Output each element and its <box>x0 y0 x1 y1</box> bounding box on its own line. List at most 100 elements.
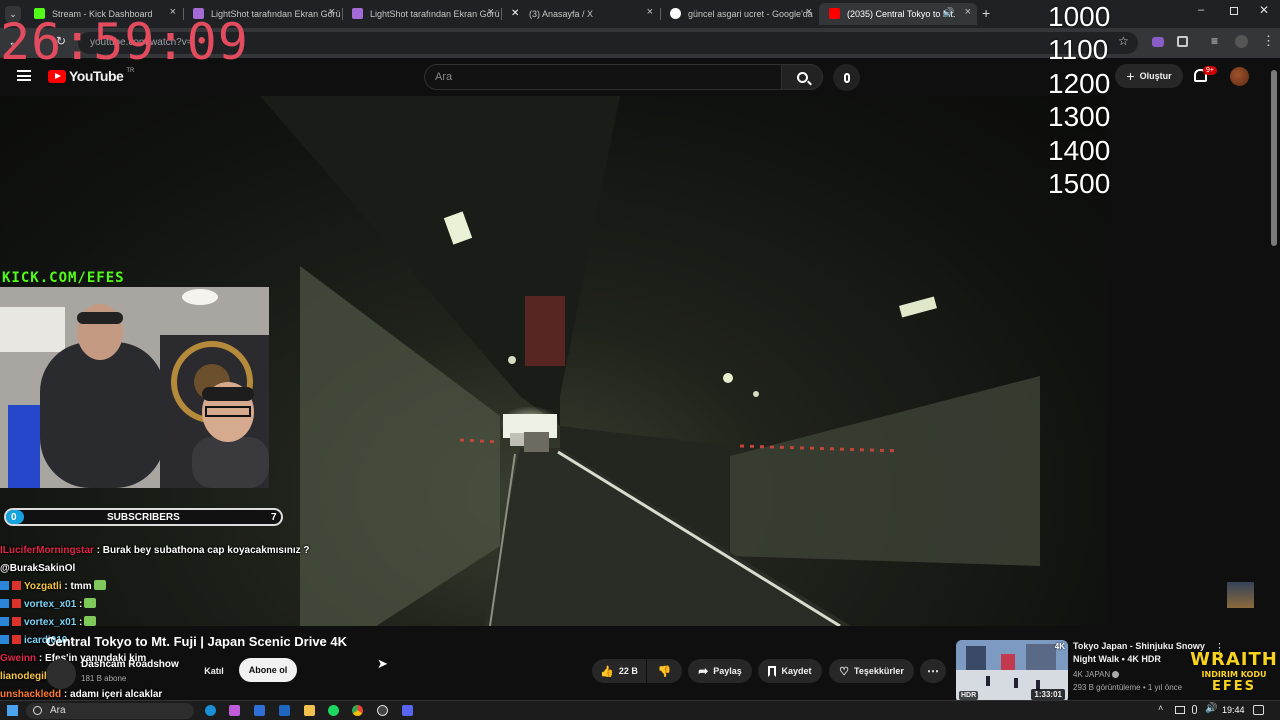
subscribe-button[interactable]: Abone ol <box>239 658 297 682</box>
tab-lightshot-2[interactable]: LightShot tarafından Ekran Görü × <box>342 3 500 25</box>
restore-icon[interactable] <box>1230 7 1238 15</box>
close-tab-icon[interactable]: × <box>329 6 335 18</box>
close-tab-icon[interactable]: × <box>806 6 812 18</box>
chat-username[interactable]: ILuciferMorningstar <box>0 545 94 556</box>
quality-badge: 4K <box>1054 642 1065 651</box>
chat-badge-icon <box>0 599 9 608</box>
network-icon[interactable] <box>1175 706 1185 714</box>
bookmark-icon <box>768 665 777 677</box>
audio-playing-icon[interactable]: 🔊 <box>943 7 954 18</box>
volume-icon[interactable]: 🔊 <box>1205 703 1217 714</box>
search-icon <box>796 71 812 85</box>
chat-text: : <box>79 599 83 610</box>
subscribe-label: Abone ol <box>248 665 288 675</box>
chat-username[interactable]: Yozgatli <box>24 581 62 592</box>
voice-search-button[interactable] <box>833 64 860 91</box>
outlook-icon[interactable] <box>279 705 290 716</box>
store-icon[interactable] <box>254 705 265 716</box>
chat-username[interactable]: lianodegil <box>0 671 47 682</box>
minimize-icon[interactable]: – <box>1198 4 1204 16</box>
search-input[interactable]: Ara <box>424 64 782 90</box>
chat-message: ILuciferMorningstar : Burak bey subathon… <box>0 542 330 560</box>
page-scrollbar[interactable] <box>1271 70 1277 246</box>
goal-value: 1100 <box>1048 34 1109 66</box>
search-icon <box>33 706 42 715</box>
channel-name[interactable]: Dashcam Roadshow <box>81 659 179 670</box>
recommendation-channel[interactable]: 4K JAPAN <box>1073 670 1120 679</box>
browser-menu-icon[interactable]: ⋮ <box>1262 33 1275 49</box>
youtube-icon <box>829 8 840 19</box>
goal-value: 1500 <box>1048 167 1111 199</box>
file-explorer-icon[interactable] <box>304 705 315 716</box>
chat-emote-icon <box>84 598 97 608</box>
chat-username[interactable]: vortex_x01 <box>24 599 76 610</box>
taskbar-clock[interactable]: 19:44 <box>1222 705 1245 715</box>
recommendation-thumbnail[interactable]: HDR 1:33:01 4K <box>956 640 1068 703</box>
chat-username[interactable]: vortex_x01 <box>24 617 76 628</box>
sponsor-code: EFES <box>1211 679 1256 694</box>
chat-message: Yozgatli : tmm <box>0 578 330 596</box>
taskbar-search[interactable]: Ara <box>26 703 194 719</box>
webcam-feed <box>0 287 269 488</box>
sponsor-overlay: WRAITH INDIRIM KODU EFES <box>1188 650 1280 694</box>
goal-value: 1200 <box>1048 67 1111 99</box>
x-logo-icon: ✕ <box>511 8 520 19</box>
goal-value: 1300 <box>1048 101 1111 133</box>
thanks-button[interactable]: ♡ Teşekkürler <box>829 659 914 683</box>
join-button[interactable]: Katıl <box>198 659 230 683</box>
like-button[interactable]: 👍 22 B <box>592 659 646 683</box>
tab-label: (2035) Central Tokyo to Mt. <box>847 9 956 19</box>
microphone-icon <box>843 72 850 83</box>
thumbs-down-icon: 👎 <box>657 665 672 678</box>
thumbs-up-icon: 👍 <box>600 665 614 678</box>
chat-badge-icon <box>0 635 9 644</box>
share-button[interactable]: ➦ Paylaş <box>688 659 752 683</box>
chrome-icon[interactable] <box>352 705 363 716</box>
kick-channel-tag: KICK.COM/EFES <box>2 270 125 286</box>
chat-badge-icon <box>12 617 21 626</box>
spotify-icon[interactable] <box>328 705 339 716</box>
close-tab-icon[interactable]: × <box>647 6 653 18</box>
chat-text: : adamı içeri alcaklar <box>63 689 163 700</box>
chat-text: : Burak bey subathona cap koyacakmısınız… <box>96 545 310 556</box>
mini-thumbnail[interactable] <box>1227 582 1254 608</box>
close-tab-icon[interactable]: × <box>488 6 494 18</box>
recommendation-meta: 293 B görüntüleme • 1 yıl önce <box>1073 683 1183 692</box>
extensions-puzzle-icon[interactable] <box>1177 36 1188 47</box>
lightshot-icon <box>352 8 363 19</box>
search-button[interactable] <box>781 64 823 90</box>
microphone-tray-icon[interactable] <box>1192 705 1197 714</box>
notification-center-icon[interactable] <box>1253 705 1264 715</box>
tray-chevron-icon[interactable]: ˄ <box>1158 703 1163 713</box>
copilot-icon[interactable] <box>229 705 240 716</box>
obs-icon[interactable] <box>377 705 388 716</box>
notifications-badge: 9+ <box>1203 66 1217 75</box>
avatar[interactable] <box>1230 67 1249 86</box>
new-tab-button[interactable]: + <box>982 5 990 21</box>
tab-x-home[interactable]: ✕ (3) Anasayfa / X × <box>501 3 659 25</box>
extension-icon[interactable] <box>1152 37 1164 47</box>
chat-text: : <box>79 617 83 628</box>
edge-icon[interactable] <box>205 705 216 716</box>
dislike-button[interactable]: 👎 <box>647 659 682 683</box>
subscriber-goal-end: 7 <box>271 512 277 523</box>
close-tab-icon[interactable]: × <box>965 6 971 18</box>
more-actions-button[interactable]: ⋯ <box>920 659 946 683</box>
chat-username[interactable]: unshackledd <box>0 689 61 700</box>
chat-username[interactable]: Gweinn <box>0 653 36 664</box>
close-window-icon[interactable]: ✕ <box>1259 3 1269 17</box>
channel-avatar[interactable] <box>46 659 76 689</box>
sponsor-brand: WRAITH <box>1190 649 1278 670</box>
subathon-timer: 26:59:09 <box>0 13 249 71</box>
subscriber-goal-bar: 0 SUBSCRIBERS 7 <box>4 508 283 526</box>
profile-icon[interactable] <box>1235 35 1248 48</box>
hamburger-menu-icon[interactable] <box>17 70 31 81</box>
tab-google-search[interactable]: güncel asgari ucret - Google'da × <box>660 3 818 25</box>
tab-youtube-video[interactable]: (2035) Central Tokyo to Mt. 🔊 × <box>819 3 977 25</box>
discord-icon[interactable] <box>402 705 413 716</box>
media-controls-icon[interactable]: ≡ <box>1211 34 1218 48</box>
windows-start-icon[interactable] <box>7 705 18 716</box>
youtube-play-icon <box>48 69 66 83</box>
save-button[interactable]: Kaydet <box>758 659 822 683</box>
thanks-label: Teşekkürler <box>854 666 904 676</box>
